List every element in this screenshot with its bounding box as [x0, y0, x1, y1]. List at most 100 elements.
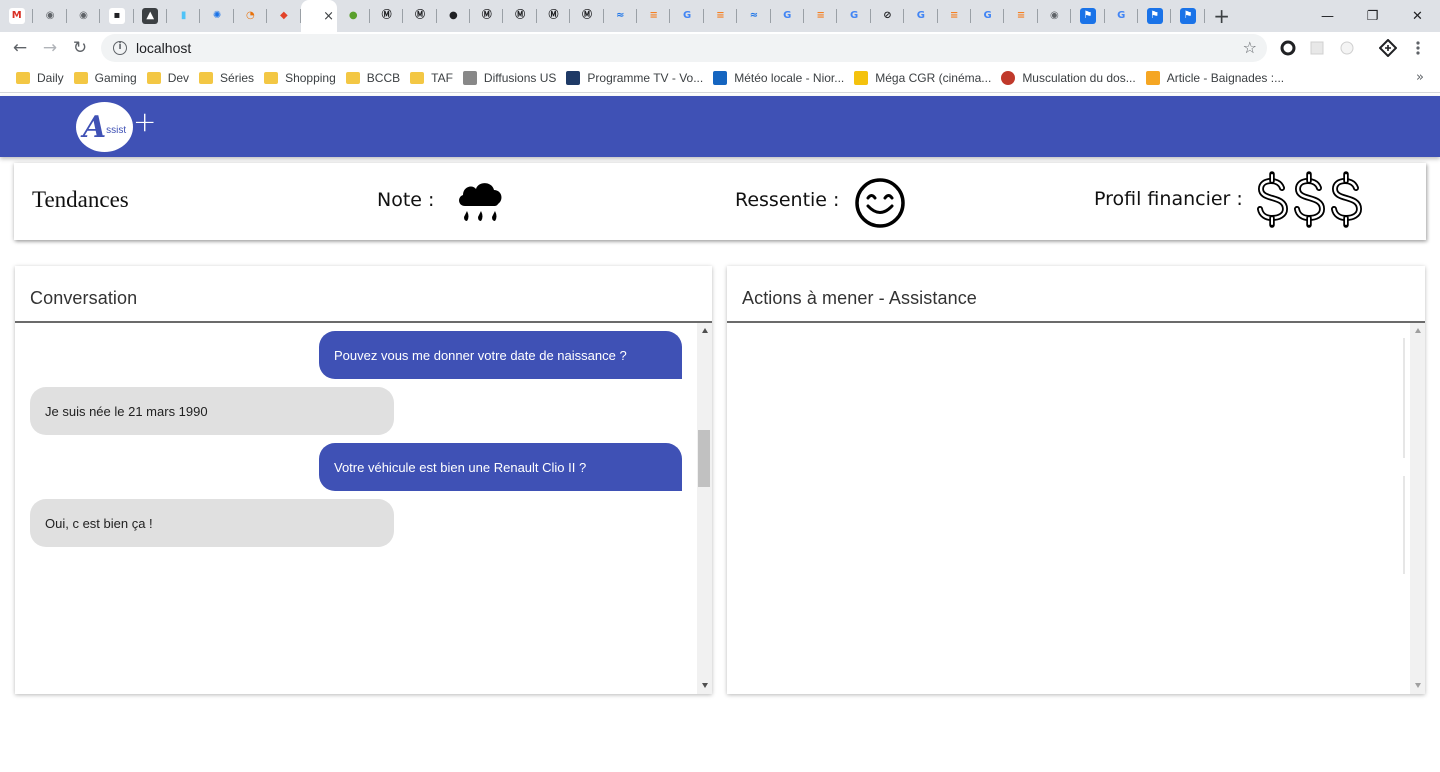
bookmark-label: Dev — [167, 71, 190, 85]
browser-tab[interactable]: ◆ — [267, 0, 301, 32]
dollar-icon — [1331, 171, 1363, 228]
browser-tab[interactable]: M — [0, 0, 34, 32]
bookmark-item[interactable]: Daily — [12, 66, 70, 90]
feeling-label: Ressentie : — [735, 189, 840, 211]
close-tab-icon[interactable]: × — [323, 9, 334, 24]
bookmark-item[interactable]: Musculation du dos... — [997, 66, 1141, 90]
client-message: Oui, c est bien ça ! — [30, 499, 394, 547]
browser-tab[interactable]: ◉ — [67, 0, 101, 32]
browser-tab[interactable]: G — [971, 0, 1005, 32]
browser-tab[interactable]: Ⓜ — [537, 0, 571, 32]
browser-tab[interactable]: ≡ — [1004, 0, 1039, 32]
browser-tab[interactable]: G — [904, 0, 938, 32]
browser-tab[interactable]: Ⓜ — [403, 0, 438, 32]
browser-tab[interactable]: ≈ — [737, 0, 771, 32]
agent-message: Votre véhicule est bien une Renault Clio… — [319, 443, 682, 491]
browser-tab[interactable]: ● — [437, 0, 471, 32]
actions-inner-scrollbar[interactable] — [1403, 338, 1405, 458]
m-circle-icon: Ⓜ — [581, 10, 592, 21]
extension-diamond-icon[interactable] — [1378, 38, 1398, 58]
back-button[interactable]: ← — [5, 33, 35, 63]
browser-tab[interactable]: ≈ — [604, 0, 638, 32]
note-label: Note : — [377, 189, 435, 211]
gmail-icon: M — [8, 8, 25, 24]
browser-tab[interactable]: G — [670, 0, 705, 32]
google-icon: G — [983, 10, 992, 21]
conversation-scroll-thumb[interactable] — [698, 430, 710, 487]
actions-scroll-up-arrow[interactable] — [1415, 328, 1421, 333]
bookmark-item[interactable]: Shopping — [260, 66, 342, 90]
extension-ghost-icon[interactable] — [1337, 38, 1357, 58]
url-text[interactable]: localhost — [136, 40, 191, 56]
app-header: Assist + — [0, 96, 1440, 157]
browser-toolbar: ← → ↻ i localhost ☆ — [0, 32, 1440, 64]
reload-button[interactable]: ↻ — [65, 33, 95, 63]
browser-tab[interactable]: ✺ — [200, 0, 235, 32]
bookmark-item[interactable]: BCCB — [342, 66, 406, 90]
browser-tab[interactable]: ◉ — [33, 0, 68, 32]
browser-tab[interactable]: Ⓜ — [370, 0, 404, 32]
bookmark-item[interactable]: Article - Baignades :... — [1142, 66, 1290, 90]
bookmark-item[interactable]: Programme TV - Vo... — [562, 66, 709, 90]
conversation-scrollbar[interactable] — [697, 323, 712, 694]
browser-tab[interactable]: ⊘ — [871, 0, 905, 32]
actions-scrollbar[interactable] — [1410, 323, 1425, 694]
extension-circle-icon[interactable] — [1278, 38, 1298, 58]
browser-tab[interactable]: ⚑ — [1138, 0, 1172, 32]
bookmark-item[interactable]: Séries — [195, 66, 260, 90]
browser-tab[interactable]: Ⓜ — [503, 0, 538, 32]
bookmark-label: Méga CGR (cinéma... — [875, 71, 992, 85]
browser-tab[interactable]: ● — [337, 0, 371, 32]
browser-tab[interactable]: ≡ — [637, 0, 671, 32]
bookmark-item[interactable]: Dev — [143, 66, 195, 90]
browser-menu-icon[interactable] — [1408, 38, 1428, 58]
bookmark-label: Météo locale - Nior... — [734, 71, 845, 85]
scroll-down-arrow[interactable] — [702, 683, 708, 688]
smile-icon — [854, 177, 906, 234]
flag-icon: ⚑ — [1146, 8, 1163, 24]
browser-tab[interactable]: Ⓜ — [570, 0, 605, 32]
wave-icon: ≈ — [749, 10, 759, 21]
app-logo[interactable]: Assist — [76, 102, 133, 152]
scroll-up-arrow[interactable] — [702, 328, 708, 333]
browser-tab[interactable]: Ⓜ — [470, 0, 504, 32]
address-bar[interactable]: i localhost ☆ — [101, 34, 1267, 62]
browser-tab[interactable]: ◔ — [234, 0, 268, 32]
browser-tab[interactable]: ≡ — [938, 0, 972, 32]
more-bookmarks-button[interactable]: » — [1416, 70, 1424, 85]
browser-tab[interactable]: ≡ — [704, 0, 738, 32]
forward-button[interactable]: → — [35, 33, 65, 63]
browser-tab[interactable]: ▪ — [100, 0, 134, 32]
actions-scroll-down-arrow[interactable] — [1415, 683, 1421, 688]
google-icon: G — [783, 10, 792, 21]
bookmark-item[interactable]: TAF — [406, 66, 459, 90]
folder-icon — [146, 72, 161, 84]
bookmark-item[interactable]: Méga CGR (cinéma... — [850, 66, 997, 90]
weather-icon — [713, 71, 728, 85]
maximize-button[interactable]: ❐ — [1350, 0, 1395, 32]
browser-tab[interactable]: ⚑ — [1171, 0, 1206, 32]
active-browser-tab[interactable]: × — [300, 0, 337, 32]
conversation-title: Conversation — [30, 288, 138, 308]
browser-tab[interactable]: G — [1105, 0, 1139, 32]
browser-tab[interactable]: ⚑ — [1071, 0, 1105, 32]
bookmark-star-icon[interactable]: ☆ — [1243, 38, 1257, 57]
browser-tab[interactable]: ▲ — [134, 0, 168, 32]
close-window-button[interactable]: ✕ — [1395, 0, 1440, 32]
bookmarks-bar: Daily Gaming Dev Séries Shopping BCCB TAF Diffu… — [0, 64, 1440, 93]
actions-inner-scrollbar-lower[interactable] — [1403, 476, 1405, 574]
bookmark-item[interactable]: Météo locale - Nior... — [709, 66, 850, 90]
browser-tab[interactable]: ◉ — [1038, 0, 1072, 32]
new-tab-button[interactable]: + — [1205, 0, 1239, 32]
bookmark-item[interactable]: Diffusions US — [459, 66, 562, 90]
browser-tab[interactable]: G — [771, 0, 805, 32]
browser-tab[interactable]: ≡ — [804, 0, 838, 32]
stackoverflow-icon: ≡ — [716, 10, 725, 21]
minimize-button[interactable]: — — [1305, 0, 1350, 32]
browser-tab[interactable]: G — [837, 0, 872, 32]
wave-icon: ≈ — [616, 10, 625, 21]
bookmark-item[interactable]: Gaming — [70, 66, 143, 90]
browser-tab[interactable]: ▮ — [167, 0, 201, 32]
site-info-icon[interactable]: i — [113, 41, 127, 55]
extension-square-icon[interactable] — [1307, 38, 1327, 58]
